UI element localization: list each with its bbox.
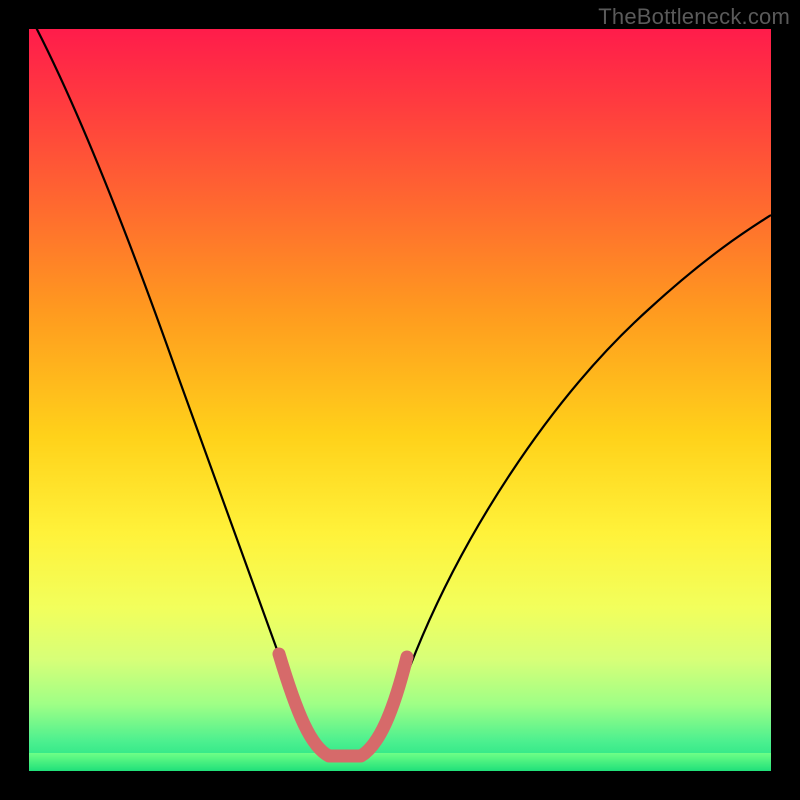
bottleneck-curve [29,29,771,756]
curve-layer [29,29,771,771]
chart-frame: TheBottleneck.com [0,0,800,800]
plot-area [29,29,771,771]
highlight-segment [279,654,407,756]
attribution-label: TheBottleneck.com [598,4,790,30]
